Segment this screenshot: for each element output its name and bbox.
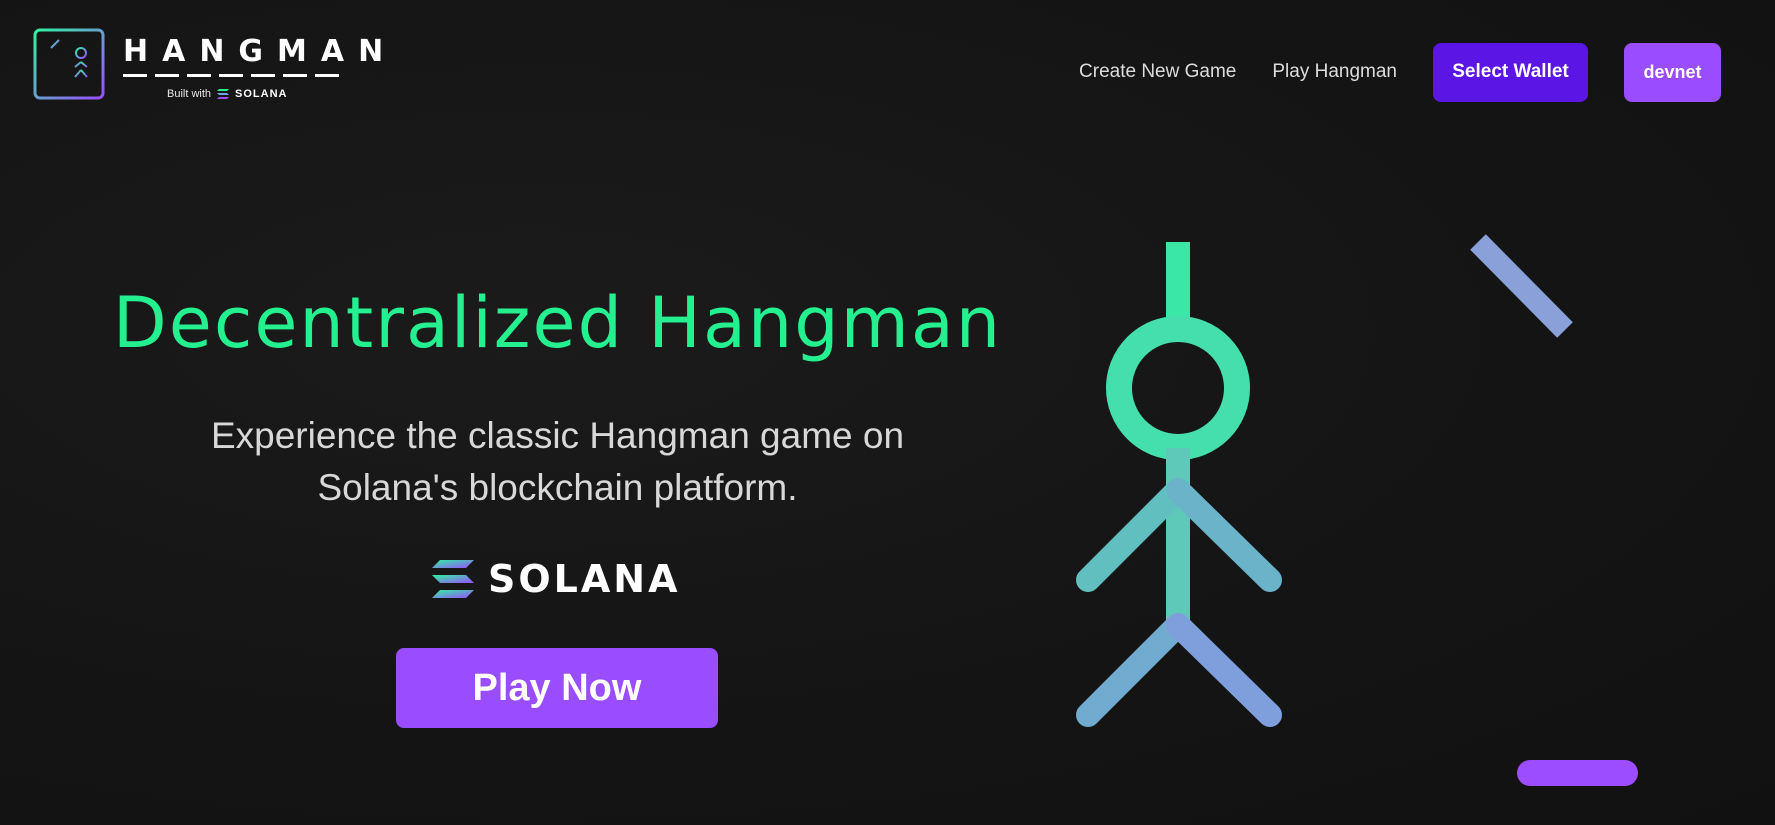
built-with-label: Built with xyxy=(167,88,212,100)
stickman-left-leg xyxy=(1076,613,1190,727)
solana-mini-icon xyxy=(217,89,230,99)
hero-subtitle-line-2: Solana's blockchain platform. xyxy=(317,467,798,508)
hangman-logo-icon xyxy=(33,28,105,100)
select-wallet-button[interactable]: Select Wallet xyxy=(1433,42,1588,102)
stickman-head xyxy=(1106,316,1250,460)
top-nav: Create New Game Play Hangman Select Wall… xyxy=(1079,42,1721,102)
brand-logo[interactable]: HANGMAN Built with SOLANA xyxy=(33,28,383,108)
solana-brand: SOLANA xyxy=(432,557,681,601)
gallows-stickman-illustration xyxy=(1076,227,1638,786)
page: HANGMAN Built with SOLANA Create New Gam… xyxy=(0,0,1775,825)
solana-logo-icon xyxy=(432,560,474,598)
solana-wordmark: SOLANA xyxy=(488,557,681,601)
hero-title: Decentralized Hangman xyxy=(112,282,1003,364)
hero-subtitle: Experience the classic Hangman game on S… xyxy=(180,410,935,514)
logo-dashes xyxy=(123,74,339,77)
built-with-badge: Built with SOLANA xyxy=(167,88,287,100)
nav-create-new-game[interactable]: Create New Game xyxy=(1079,61,1236,83)
stickman-right-leg xyxy=(1166,613,1282,727)
gallows-brace xyxy=(1470,234,1573,338)
stickman-left-arm xyxy=(1076,478,1190,592)
hero-subtitle-line-1: Experience the classic Hangman game on xyxy=(210,415,905,456)
nav-play-hangman[interactable]: Play Hangman xyxy=(1272,61,1397,83)
stickman-right-arm xyxy=(1166,478,1282,592)
play-now-button[interactable]: Play Now xyxy=(396,648,718,728)
logo-wordmark: HANGMAN xyxy=(123,34,398,69)
built-with-brand: SOLANA xyxy=(235,88,288,100)
network-button[interactable]: devnet xyxy=(1624,42,1721,102)
